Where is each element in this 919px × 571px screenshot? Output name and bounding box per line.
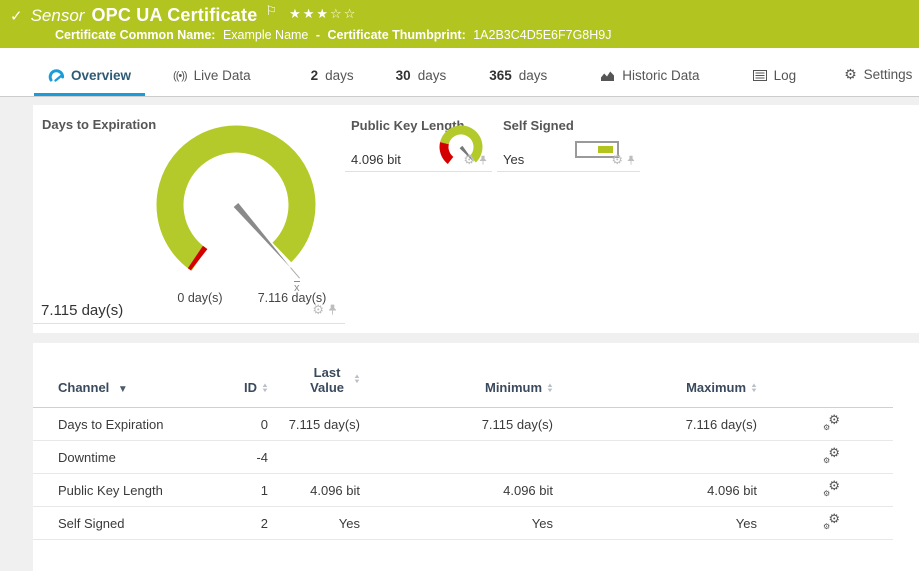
subtitle-separator: - — [316, 28, 320, 42]
channel-settings-icon[interactable]: ⚙⚙ — [823, 514, 840, 529]
gauge-value: Yes — [503, 152, 524, 167]
pin-icon[interactable] — [479, 155, 487, 166]
historic-chart-icon — [600, 70, 615, 82]
table-row[interactable]: Public Key Length 1 4.096 bit 4.096 bit … — [33, 474, 893, 507]
gauge-actions: ⚙ — [463, 152, 487, 168]
tab-2-days[interactable]: 2 days — [311, 68, 354, 96]
channel-name: Downtime — [33, 441, 228, 474]
sort-icon: ▲▼ — [547, 384, 553, 394]
channel-name: Days to Expiration — [33, 408, 228, 441]
table-row[interactable]: Days to Expiration 0 7.115 day(s) 7.115 … — [33, 408, 893, 441]
cert-common-name-label: Certificate Common Name: — [55, 28, 215, 42]
priority-flag-icon[interactable]: ⚐ — [265, 3, 277, 19]
channels-table: Channel ▼ ID▲▼ Last Value▲▼ Minimum▲▼ Ma… — [33, 365, 893, 540]
sort-icon: ▲▼ — [354, 375, 360, 385]
sensor-subtitle: Certificate Common Name: Example Name - … — [10, 28, 919, 42]
tab-settings[interactable]: ⚙ Settings — [844, 66, 912, 96]
days-to-expiration-gauge — [126, 110, 336, 305]
channel-id: 2 — [228, 507, 268, 540]
channel-last-value — [268, 441, 360, 474]
channel-minimum — [360, 441, 553, 474]
gauge-actions: ⚙ — [611, 152, 635, 168]
tab-live-data[interactable]: ((•)) Live Data — [173, 68, 251, 96]
channel-minimum: 4.096 bit — [360, 474, 553, 507]
table-header-row: Channel ▼ ID▲▼ Last Value▲▼ Minimum▲▼ Ma… — [33, 365, 893, 408]
channel-last-value: Yes — [268, 507, 360, 540]
pin-icon[interactable] — [627, 155, 635, 166]
column-header-actions — [757, 365, 893, 408]
column-header-minimum[interactable]: Minimum▲▼ — [360, 365, 553, 408]
priority-stars[interactable]: ★★★☆☆ — [289, 6, 357, 22]
channel-last-value: 7.115 day(s) — [268, 408, 360, 441]
channel-name: Self Signed — [33, 507, 228, 540]
gauge-actions: ⚙ — [312, 302, 337, 318]
channel-settings-icon[interactable]: ⚙⚙ — [823, 415, 840, 430]
sort-active-icon: ▼ — [118, 384, 128, 395]
settings-gear-icon: ⚙ — [844, 66, 857, 83]
overview-gauge-icon — [48, 68, 64, 83]
channel-last-value: 4.096 bit — [268, 474, 360, 507]
sort-icon: ▲▼ — [751, 384, 757, 394]
gauge-title: Self Signed — [503, 118, 574, 133]
cert-thumbprint-label: Certificate Thumbprint: — [328, 28, 466, 42]
cert-common-name-value: Example Name — [223, 28, 308, 42]
gauge-min-label: 0 day(s) — [160, 291, 240, 305]
channel-minimum: Yes — [360, 507, 553, 540]
sensor-kind-label: Sensor — [31, 6, 85, 26]
sensor-title: OPC UA Certificate — [91, 5, 257, 26]
channel-gear-icon[interactable]: ⚙ — [312, 302, 324, 318]
pin-icon[interactable] — [328, 304, 337, 316]
channel-maximum: Yes — [553, 507, 757, 540]
gauge-days-to-expiration: Days to Expiration x 0 day(s) 7.116 day(… — [33, 105, 345, 324]
channel-name: Public Key Length — [33, 474, 228, 507]
channel-id: 0 — [228, 408, 268, 441]
tab-log[interactable]: Log — [753, 68, 797, 96]
tab-overview[interactable]: Overview — [34, 68, 145, 96]
gauges-panel: Days to Expiration x 0 day(s) 7.116 day(… — [33, 105, 919, 333]
channel-settings-icon[interactable]: ⚙⚙ — [823, 448, 840, 463]
channel-id: 1 — [228, 474, 268, 507]
sort-icon: ▲▼ — [262, 384, 268, 394]
column-header-last-value[interactable]: Last Value▲▼ — [268, 365, 360, 408]
column-header-id[interactable]: ID▲▼ — [228, 365, 268, 408]
gauge-self-signed: Self Signed Yes ⚙ — [497, 105, 640, 172]
table-row[interactable]: Downtime -4 ⚙⚙ — [33, 441, 893, 474]
channels-panel: Channel ▼ ID▲▼ Last Value▲▼ Minimum▲▼ Ma… — [33, 343, 919, 571]
tab-365-days[interactable]: 365 days — [489, 68, 547, 96]
column-header-channel[interactable]: Channel ▼ — [33, 365, 228, 408]
gauge-public-key-length: Public Key Length 4.096 bit ⚙ — [345, 105, 492, 172]
gauge-value: 7.115 day(s) — [41, 302, 123, 319]
live-data-icon: ((•)) — [173, 70, 187, 82]
cert-thumbprint-value: 1A2B3C4D5E6F7G8H9J — [473, 28, 611, 42]
column-header-maximum[interactable]: Maximum▲▼ — [553, 365, 757, 408]
status-check-icon: ✓ — [10, 7, 23, 25]
channel-maximum — [553, 441, 757, 474]
channel-gear-icon[interactable]: ⚙ — [611, 152, 623, 168]
tab-30-days[interactable]: 30 days — [396, 68, 447, 96]
log-list-icon — [753, 70, 767, 81]
tab-bar: Overview ((•)) Live Data 2 days 30 days … — [0, 48, 919, 97]
channel-minimum: 7.115 day(s) — [360, 408, 553, 441]
channel-settings-icon[interactable]: ⚙⚙ — [823, 481, 840, 496]
sensor-banner: ✓ Sensor OPC UA Certificate ⚐ ★★★☆☆ Cert… — [0, 0, 919, 48]
tab-historic-data[interactable]: Historic Data — [600, 68, 699, 96]
channel-maximum: 7.116 day(s) — [553, 408, 757, 441]
table-row[interactable]: Self Signed 2 Yes Yes Yes ⚙⚙ — [33, 507, 893, 540]
gauge-value: 4.096 bit — [351, 152, 401, 167]
channel-id: -4 — [228, 441, 268, 474]
channel-gear-icon[interactable]: ⚙ — [463, 152, 475, 168]
channel-maximum: 4.096 bit — [553, 474, 757, 507]
